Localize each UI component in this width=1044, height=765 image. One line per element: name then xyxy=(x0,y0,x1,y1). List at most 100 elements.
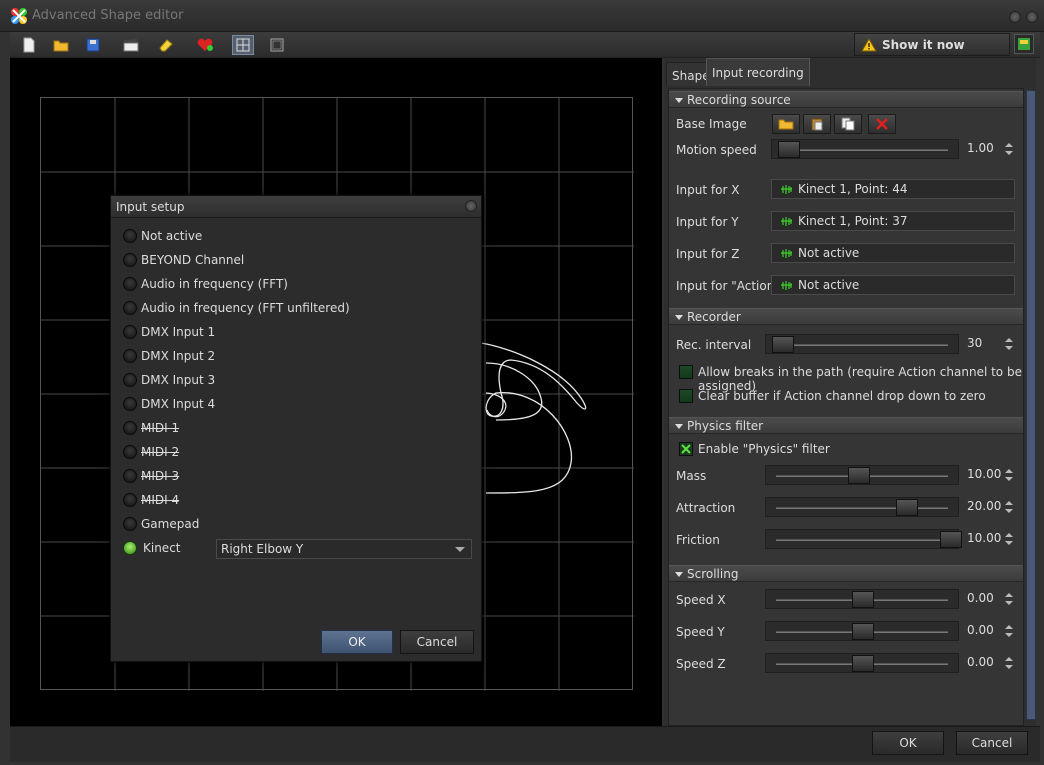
kinect-joint-dropdown[interactable]: Right Elbow Y xyxy=(216,539,472,559)
radio-audio-fft[interactable] xyxy=(123,277,137,291)
speed-z-slider[interactable] xyxy=(765,653,959,673)
chevron-down-icon xyxy=(455,547,465,552)
dialog-cancel-button[interactable]: Cancel xyxy=(400,630,474,654)
radio-dmx-input-2[interactable] xyxy=(123,349,137,363)
folder-open-icon xyxy=(778,119,794,130)
radio-kinect[interactable] xyxy=(123,541,137,555)
slider-thumb[interactable] xyxy=(848,467,870,484)
right-panel: Shape Input recording Recording source B… xyxy=(664,58,1036,726)
attraction-slider[interactable] xyxy=(765,497,959,517)
new-file-button[interactable] xyxy=(18,35,40,55)
show-it-now-button[interactable]: Show it now xyxy=(854,33,1010,56)
attraction-value: 20.00 xyxy=(967,499,1002,513)
tab-input-recording[interactable]: Input recording xyxy=(706,58,810,86)
option-label: DMX Input 3 xyxy=(141,373,216,387)
frame-toggle-button[interactable] xyxy=(266,35,288,55)
base-image-open-button[interactable] xyxy=(772,114,800,134)
eraser-button[interactable] xyxy=(155,35,177,55)
effects-button[interactable] xyxy=(194,35,216,55)
radio-midi-2[interactable] xyxy=(123,445,137,459)
base-image-delete-button[interactable] xyxy=(868,114,896,134)
slider-thumb[interactable] xyxy=(852,623,874,640)
speed-y-label: Speed Y xyxy=(676,625,725,639)
speed-z-spinner[interactable]: 0.00 xyxy=(967,653,1015,673)
spinner-arrows-icon[interactable] xyxy=(1003,334,1015,354)
slider-thumb[interactable] xyxy=(896,499,918,516)
physics-filter-header[interactable]: Physics filter xyxy=(669,417,1023,434)
mass-spinner[interactable]: 10.00 xyxy=(967,465,1015,485)
option-label: DMX Input 2 xyxy=(141,349,216,363)
rec-interval-value: 30 xyxy=(967,336,983,350)
rec-interval-slider[interactable] xyxy=(765,334,959,354)
slider-thumb[interactable] xyxy=(772,336,794,353)
friction-slider[interactable] xyxy=(765,529,962,549)
dialog-ok-button[interactable]: OK xyxy=(321,630,393,654)
open-folder-button[interactable] xyxy=(50,35,72,55)
allow-breaks-checkbox[interactable] xyxy=(679,365,693,379)
slider-thumb[interactable] xyxy=(852,655,874,672)
spinner-arrows-icon[interactable] xyxy=(1003,139,1015,159)
save-button[interactable] xyxy=(82,35,104,55)
spinner-arrows-icon[interactable] xyxy=(1003,621,1015,641)
input-z-field[interactable]: Not active xyxy=(771,243,1015,263)
option-label: MIDI 1 xyxy=(141,421,180,435)
layout-button[interactable] xyxy=(1014,34,1034,54)
rec-interval-spinner[interactable]: 30 xyxy=(967,334,1015,354)
motion-speed-spinner[interactable]: 1.00 xyxy=(967,139,1015,159)
spinner-arrows-icon[interactable] xyxy=(1003,529,1015,549)
speed-x-value: 0.00 xyxy=(967,591,994,605)
panel-scrollbar[interactable] xyxy=(1026,90,1036,720)
kinect-icon xyxy=(781,185,792,194)
spinner-arrows-icon[interactable] xyxy=(1003,589,1015,609)
recorder-header[interactable]: Recorder xyxy=(669,308,1023,325)
radio-not-active[interactable] xyxy=(123,229,137,243)
spinner-arrows-icon[interactable] xyxy=(1003,465,1015,485)
base-image-copy-button[interactable] xyxy=(834,114,862,134)
spinner-arrows-icon[interactable] xyxy=(1003,653,1015,673)
radio-audio-fft-unfiltered[interactable] xyxy=(123,301,137,315)
eraser-icon xyxy=(159,39,173,52)
ok-button[interactable]: OK xyxy=(872,731,944,755)
radio-beyond-channel[interactable] xyxy=(123,253,137,267)
radio-midi-4[interactable] xyxy=(123,493,137,507)
slider-thumb[interactable] xyxy=(778,141,800,158)
layout-icon xyxy=(1018,38,1030,50)
speed-y-spinner[interactable]: 0.00 xyxy=(967,621,1015,641)
spinner-arrows-icon[interactable] xyxy=(1003,497,1015,517)
radio-dmx-input-1[interactable] xyxy=(123,325,137,339)
scrolling-header[interactable]: Scrolling xyxy=(669,565,1023,582)
motion-speed-slider[interactable] xyxy=(771,139,959,159)
option-label: MIDI 4 xyxy=(141,493,180,507)
base-image-paste-button[interactable] xyxy=(803,114,831,134)
mass-slider[interactable] xyxy=(765,465,959,485)
save-icon xyxy=(86,38,100,52)
radio-midi-1[interactable] xyxy=(123,421,137,435)
clapper-button[interactable] xyxy=(120,35,142,55)
minimize-button[interactable] xyxy=(1009,11,1021,23)
close-button[interactable] xyxy=(1026,11,1038,23)
input-y-field[interactable]: Kinect 1, Point: 37 xyxy=(771,211,1015,231)
slider-thumb[interactable] xyxy=(940,531,962,548)
grid-toggle-button[interactable] xyxy=(232,35,254,55)
input-x-field[interactable]: Kinect 1, Point: 44 xyxy=(771,179,1015,199)
input-action-field[interactable]: Not active xyxy=(771,275,1015,295)
cancel-button[interactable]: Cancel xyxy=(956,731,1028,755)
dialog-close-button[interactable] xyxy=(465,200,477,212)
speed-y-slider[interactable] xyxy=(765,621,959,641)
warning-icon xyxy=(861,37,877,51)
toolbar: Show it now xyxy=(10,32,1040,58)
radio-dmx-input-4[interactable] xyxy=(123,397,137,411)
speed-x-spinner[interactable]: 0.00 xyxy=(967,589,1015,609)
friction-spinner[interactable]: 10.00 xyxy=(967,529,1015,549)
enable-physics-checkbox[interactable] xyxy=(679,442,693,456)
radio-midi-3[interactable] xyxy=(123,469,137,483)
slider-thumb[interactable] xyxy=(852,591,874,608)
radio-gamepad[interactable] xyxy=(123,517,137,531)
clear-buffer-checkbox[interactable] xyxy=(679,389,693,403)
option-label: Audio in frequency (FFT unfiltered) xyxy=(141,301,350,315)
radio-dmx-input-3[interactable] xyxy=(123,373,137,387)
recording-source-header[interactable]: Recording source xyxy=(669,91,1023,108)
speed-x-slider[interactable] xyxy=(765,589,959,609)
attraction-spinner[interactable]: 20.00 xyxy=(967,497,1015,517)
input-action-value: Not active xyxy=(798,278,860,292)
